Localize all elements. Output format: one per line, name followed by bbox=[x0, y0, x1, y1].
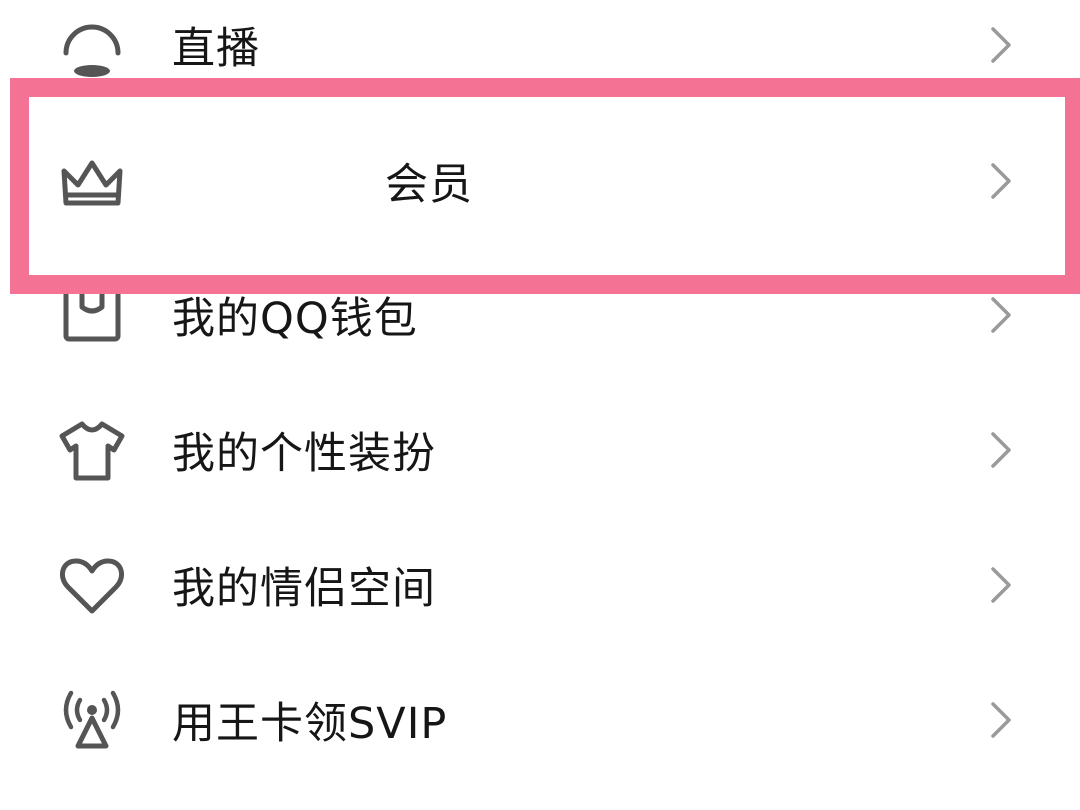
menu-item-label: 会员 bbox=[385, 160, 473, 210]
menu-item-king-card-svip[interactable]: 用王卡领SVIP bbox=[0, 665, 1080, 775]
chevron-right-icon bbox=[984, 293, 1018, 337]
chevron-right-icon bbox=[984, 698, 1018, 742]
menu-item-label: 我的情侣空间 bbox=[172, 564, 436, 614]
chevron-right-icon bbox=[984, 428, 1018, 472]
menu-item-label: 我的个性装扮 bbox=[172, 429, 436, 479]
menu-item-live[interactable]: 直播 bbox=[0, 0, 1080, 100]
menu-item-label: 用王卡领SVIP bbox=[172, 699, 448, 749]
tshirt-icon bbox=[56, 414, 128, 486]
chevron-right-icon bbox=[984, 23, 1018, 67]
menu-item-personal-decoration[interactable]: 我的个性装扮 bbox=[0, 395, 1080, 505]
crown-icon bbox=[56, 145, 128, 217]
menu-item-label: 我的QQ钱包 bbox=[172, 294, 418, 344]
menu-item-label: 直播 bbox=[172, 24, 260, 74]
settings-menu-list: 直播 会员 我的QQ钱包 我的个性装扮 我的情侣空间 用王卡领SVIP bbox=[0, 0, 1080, 810]
live-broadcast-icon bbox=[56, 9, 128, 81]
heart-icon bbox=[56, 549, 128, 621]
menu-item-vip-membership[interactable]: 会员 bbox=[0, 126, 1080, 236]
menu-item-couple-space[interactable]: 我的情侣空间 bbox=[0, 530, 1080, 640]
wallet-icon bbox=[56, 279, 128, 351]
signal-tower-icon bbox=[56, 684, 128, 756]
chevron-right-icon bbox=[984, 563, 1018, 607]
chevron-right-icon bbox=[984, 159, 1018, 203]
menu-item-qq-wallet[interactable]: 我的QQ钱包 bbox=[0, 260, 1080, 370]
